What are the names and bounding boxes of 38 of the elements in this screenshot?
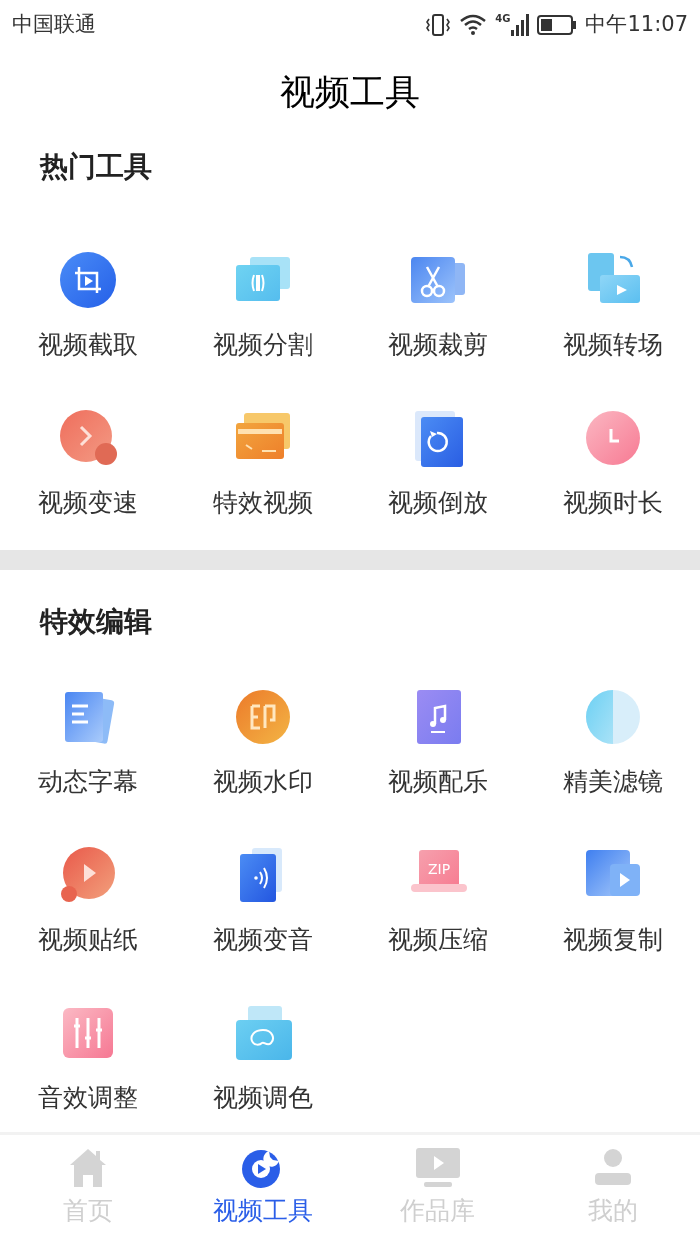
sticker-icon (58, 846, 117, 904)
clock-icon (583, 409, 642, 467)
tool-label[interactable]: 视频压缩 (387, 924, 488, 956)
section-heading: 热门工具 (38, 151, 153, 183)
tool-label[interactable]: 视频裁剪 (387, 329, 488, 361)
tool-label[interactable]: 音效调整 (37, 1082, 138, 1114)
tool-label[interactable]: 视频水印 (212, 766, 313, 798)
tool-label[interactable]: 视频时长 (562, 487, 663, 519)
battery-icon (537, 14, 578, 36)
tool-label[interactable]: 精美滤镜 (562, 766, 663, 798)
tool-label[interactable]: 视频分割 (212, 329, 313, 361)
network-type: 4G (495, 14, 511, 24)
clock-time: 中午11:07 (585, 11, 688, 39)
tool-label[interactable]: 视频变音 (212, 924, 313, 956)
palette-icon (233, 1004, 292, 1062)
section-heading: 特效编辑 (38, 606, 153, 638)
wifi-icon (459, 13, 488, 37)
tool-label[interactable]: 视频调色 (212, 1082, 313, 1114)
tool-label[interactable]: 视频截取 (37, 329, 138, 361)
tool-label[interactable]: 特效视频 (212, 487, 313, 519)
tool-label[interactable]: 动态字幕 (37, 766, 138, 798)
tool-label[interactable]: 视频转场 (562, 329, 663, 361)
video-screen-icon (413, 1147, 462, 1189)
page-title: 视频工具 (280, 71, 420, 115)
tool-label[interactable]: 视频配乐 (387, 766, 488, 798)
speed-icon (58, 409, 117, 467)
vibrate-icon (425, 13, 452, 37)
tool-label[interactable]: 视频倒放 (387, 487, 488, 519)
carrier-name: 中国联通 (12, 11, 96, 39)
tool-label[interactable]: 视频贴纸 (37, 924, 138, 956)
tool-label[interactable]: 视频复制 (562, 924, 663, 956)
crop-icon (58, 251, 117, 309)
zip-label: ZIP (427, 861, 450, 877)
nav-tab[interactable]: 视频工具 (175, 1135, 350, 1244)
half-circle-icon (583, 688, 642, 746)
tool-label[interactable]: 视频变速 (37, 487, 138, 519)
signal-icon (511, 14, 530, 36)
stamp-icon (233, 688, 292, 746)
